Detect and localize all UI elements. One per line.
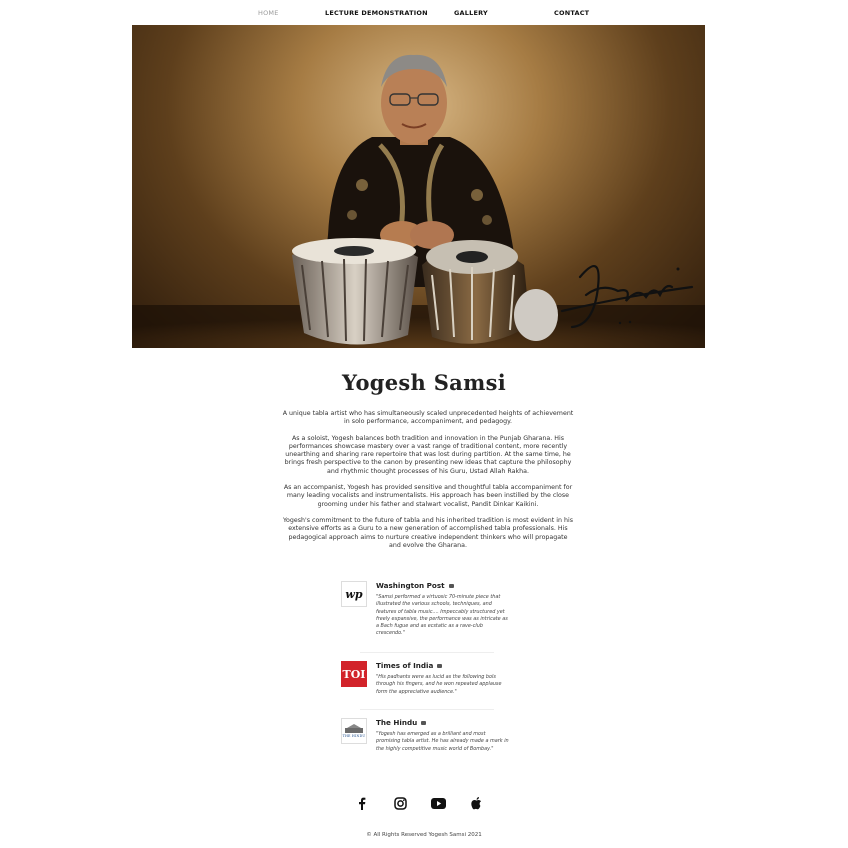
washington-post-logo[interactable]: wp (341, 581, 367, 607)
the-hindu-logo[interactable]: THE HINDU (341, 718, 367, 744)
divider (360, 652, 494, 653)
press-quote: "Yogesh has emerged as a brilliant and m… (376, 731, 509, 752)
washington-post-logo-text: wp (345, 587, 363, 601)
press-source-name[interactable]: The Hindu (376, 718, 427, 727)
top-navigation: HOME LECTURE DEMONSTRATION GALLERY CONTA… (0, 0, 848, 24)
press-quote: "His padhants were as lucid as the follo… (376, 674, 502, 695)
footer-copyright: © All Rights Reserved Yogesh Samsi 2021 (366, 832, 482, 838)
press-source-label: Times of India (376, 661, 434, 670)
press-source-label: Washington Post (376, 581, 445, 590)
apple-icon[interactable] (469, 796, 483, 810)
page-title: Yogesh Samsi (341, 370, 506, 395)
bio-paragraph: A unique tabla artist who has simultaneo… (282, 410, 574, 426)
press-item-washington-post: wp Washington Post "Samsi performed a vi… (341, 581, 511, 647)
press-source-label: The Hindu (376, 718, 418, 727)
the-hindu-emblem-icon (345, 724, 363, 733)
biography: A unique tabla artist who has simultaneo… (282, 410, 574, 558)
nav-lecture-demonstration-link[interactable]: LECTURE DEMONSTRATION (325, 9, 428, 17)
press-source-name[interactable]: Times of India (376, 661, 443, 670)
times-of-india-logo[interactable]: TOI (341, 661, 367, 687)
press-quote: "Samsi performed a virtuosic 70-minute p… (376, 594, 508, 637)
bio-paragraph: As a soloist, Yogesh balances both tradi… (284, 434, 572, 475)
nav-gallery-link[interactable]: GALLERY (454, 9, 488, 17)
hero-illustration (132, 54, 705, 348)
divider (360, 709, 494, 710)
instagram-icon[interactable] (393, 796, 407, 810)
bio-paragraph: As an accompanist, Yogesh has provided s… (283, 484, 573, 508)
external-link-icon (448, 584, 454, 588)
times-of-india-logo-text: TOI (342, 667, 366, 681)
youtube-icon[interactable] (430, 796, 446, 810)
press-item-the-hindu: THE HINDU The Hindu "Yogesh has emerged … (341, 718, 511, 762)
the-hindu-logo-text: THE HINDU (342, 734, 366, 738)
nav-home-link[interactable]: HOME (258, 9, 279, 17)
hero-photo (132, 25, 705, 348)
press-item-times-of-india: TOI Times of India "His padhants were as… (341, 661, 511, 705)
external-link-icon (437, 664, 443, 668)
press-source-name[interactable]: Washington Post (376, 581, 454, 590)
external-link-icon (421, 721, 427, 725)
facebook-icon[interactable] (355, 796, 369, 810)
nav-contact-link[interactable]: CONTACT (554, 9, 589, 17)
bio-paragraph: Yogesh's commitment to the future of tab… (282, 516, 574, 549)
